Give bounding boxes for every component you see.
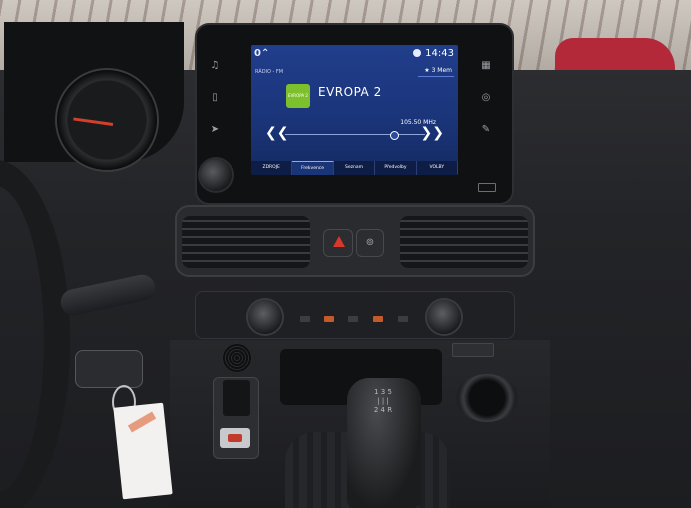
seek-back-button[interactable]: ❮❮ [265, 125, 288, 141]
phone-icon[interactable]: ▯ [209, 92, 221, 104]
front-defrost-button[interactable] [373, 316, 383, 322]
left-air-vent[interactable] [182, 216, 310, 268]
speaker-grille [222, 343, 252, 373]
console-switches[interactable] [452, 343, 494, 357]
tab-frekvence[interactable]: Frekvence [292, 161, 334, 175]
status-area: 14:43 [413, 48, 454, 59]
favorite-memory[interactable]: ★ 3 Mem [424, 67, 452, 74]
station-logo: EVROPA 2 [286, 84, 310, 108]
recirculation-button[interactable] [300, 316, 310, 322]
tab-predvolby[interactable]: Předvolby [375, 161, 417, 175]
radio-tab-bar: ZDROJE Frekvence Seznam Předvolby VOLBY [251, 161, 458, 175]
parking-brake-icon [228, 434, 242, 442]
ac-button[interactable] [348, 316, 358, 322]
usb-port [478, 183, 496, 192]
infotainment-screen[interactable]: 0⌃ 14:43 RÁDIO - FM ★ 3 Mem EVROPA 2 EVR… [251, 45, 458, 175]
speedometer-gauge [55, 68, 159, 172]
car-interior-photo: ♫ ▯ ➤ ▦ ◎ ✎ 0⌃ 14:43 RÁDIO - FM ★ 3 Mem … [0, 0, 691, 508]
central-lock-button[interactable]: ⊚ [357, 230, 383, 256]
music-icon[interactable]: ♫ [209, 60, 221, 72]
volume-knob[interactable] [200, 159, 232, 191]
tab-seznam[interactable]: Seznam [334, 161, 376, 175]
connect-icon[interactable]: ✎ [480, 124, 492, 136]
right-air-vent[interactable] [400, 216, 528, 268]
location-icon [413, 49, 422, 57]
tab-volby[interactable]: VOLBY [417, 161, 458, 175]
navigation-icon[interactable]: ➤ [209, 124, 221, 136]
tab-zdroje[interactable]: ZDROJE [251, 161, 293, 175]
favorite-label: 3 Mem [431, 67, 452, 74]
brand-logo: 0⌃ [254, 48, 270, 59]
parking-brake-slot [223, 380, 250, 416]
frequency-slider[interactable] [285, 134, 425, 135]
car-key-fob [75, 350, 143, 388]
fan-speed-knob[interactable] [427, 300, 461, 334]
air-direction-button[interactable] [398, 316, 408, 322]
apps-grid-icon[interactable]: ▦ [480, 60, 492, 72]
rear-defrost-button[interactable] [324, 316, 334, 322]
frequency-slider-handle[interactable] [390, 131, 400, 140]
gear-pattern-label: 1 3 5 | | | 2 4 R [373, 388, 393, 414]
cup-holder [456, 374, 518, 422]
climate-control-panel [195, 291, 515, 339]
divider [418, 76, 454, 77]
temperature-knob[interactable] [248, 300, 282, 334]
hazard-triangle-icon [333, 236, 345, 247]
band-label: RÁDIO - FM [255, 69, 284, 75]
screen-status-bar: 0⌃ 14:43 [251, 45, 458, 63]
settings-icon[interactable]: ◎ [480, 92, 492, 104]
seek-forward-button[interactable]: ❯❯ [421, 125, 444, 141]
station-name: EVROPA 2 [318, 85, 382, 99]
clock: 14:43 [425, 48, 454, 59]
station-logo-text: EVROPA 2 [288, 93, 308, 98]
